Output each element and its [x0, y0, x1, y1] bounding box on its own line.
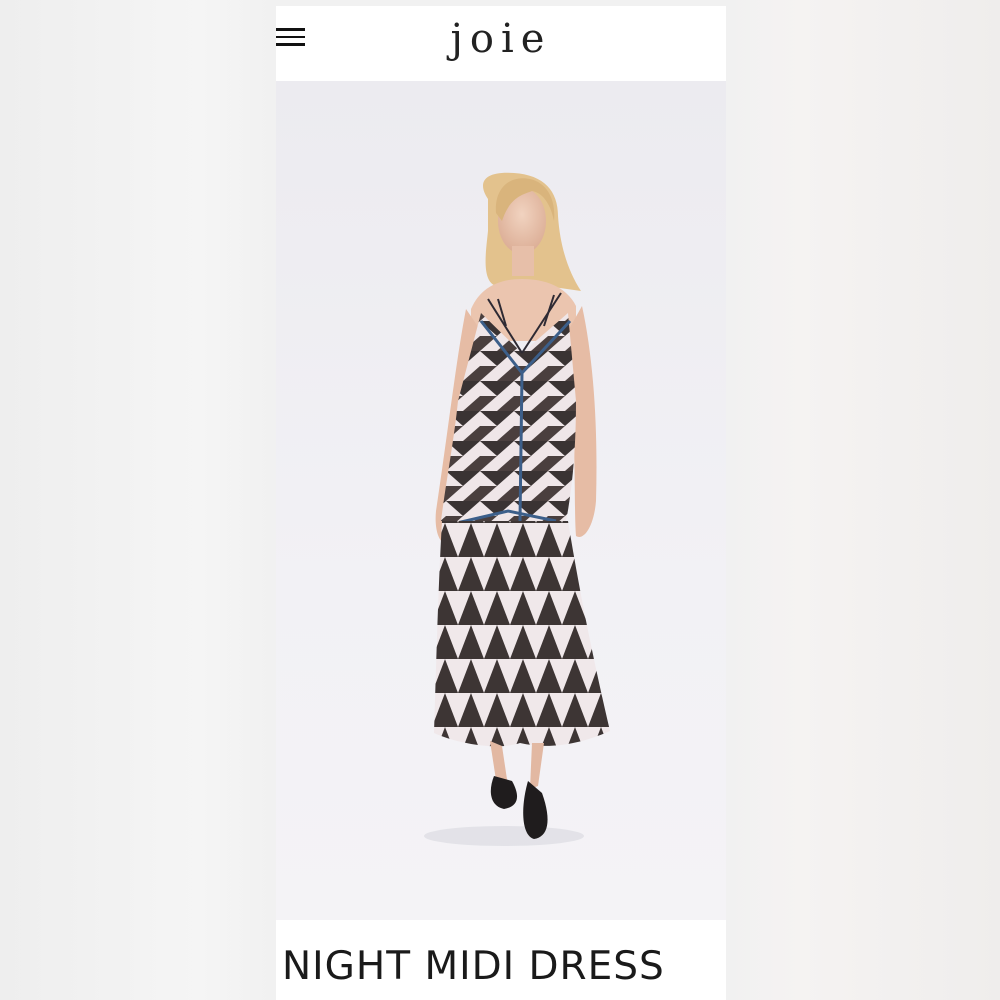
site-header: joie [276, 6, 726, 81]
brand-logo[interactable]: joie [276, 14, 726, 64]
product-title: NIGHT MIDI DRESS [282, 944, 665, 989]
product-image[interactable] [276, 81, 726, 920]
product-page: joie NIGHT MIDI DRESS [276, 6, 726, 1000]
